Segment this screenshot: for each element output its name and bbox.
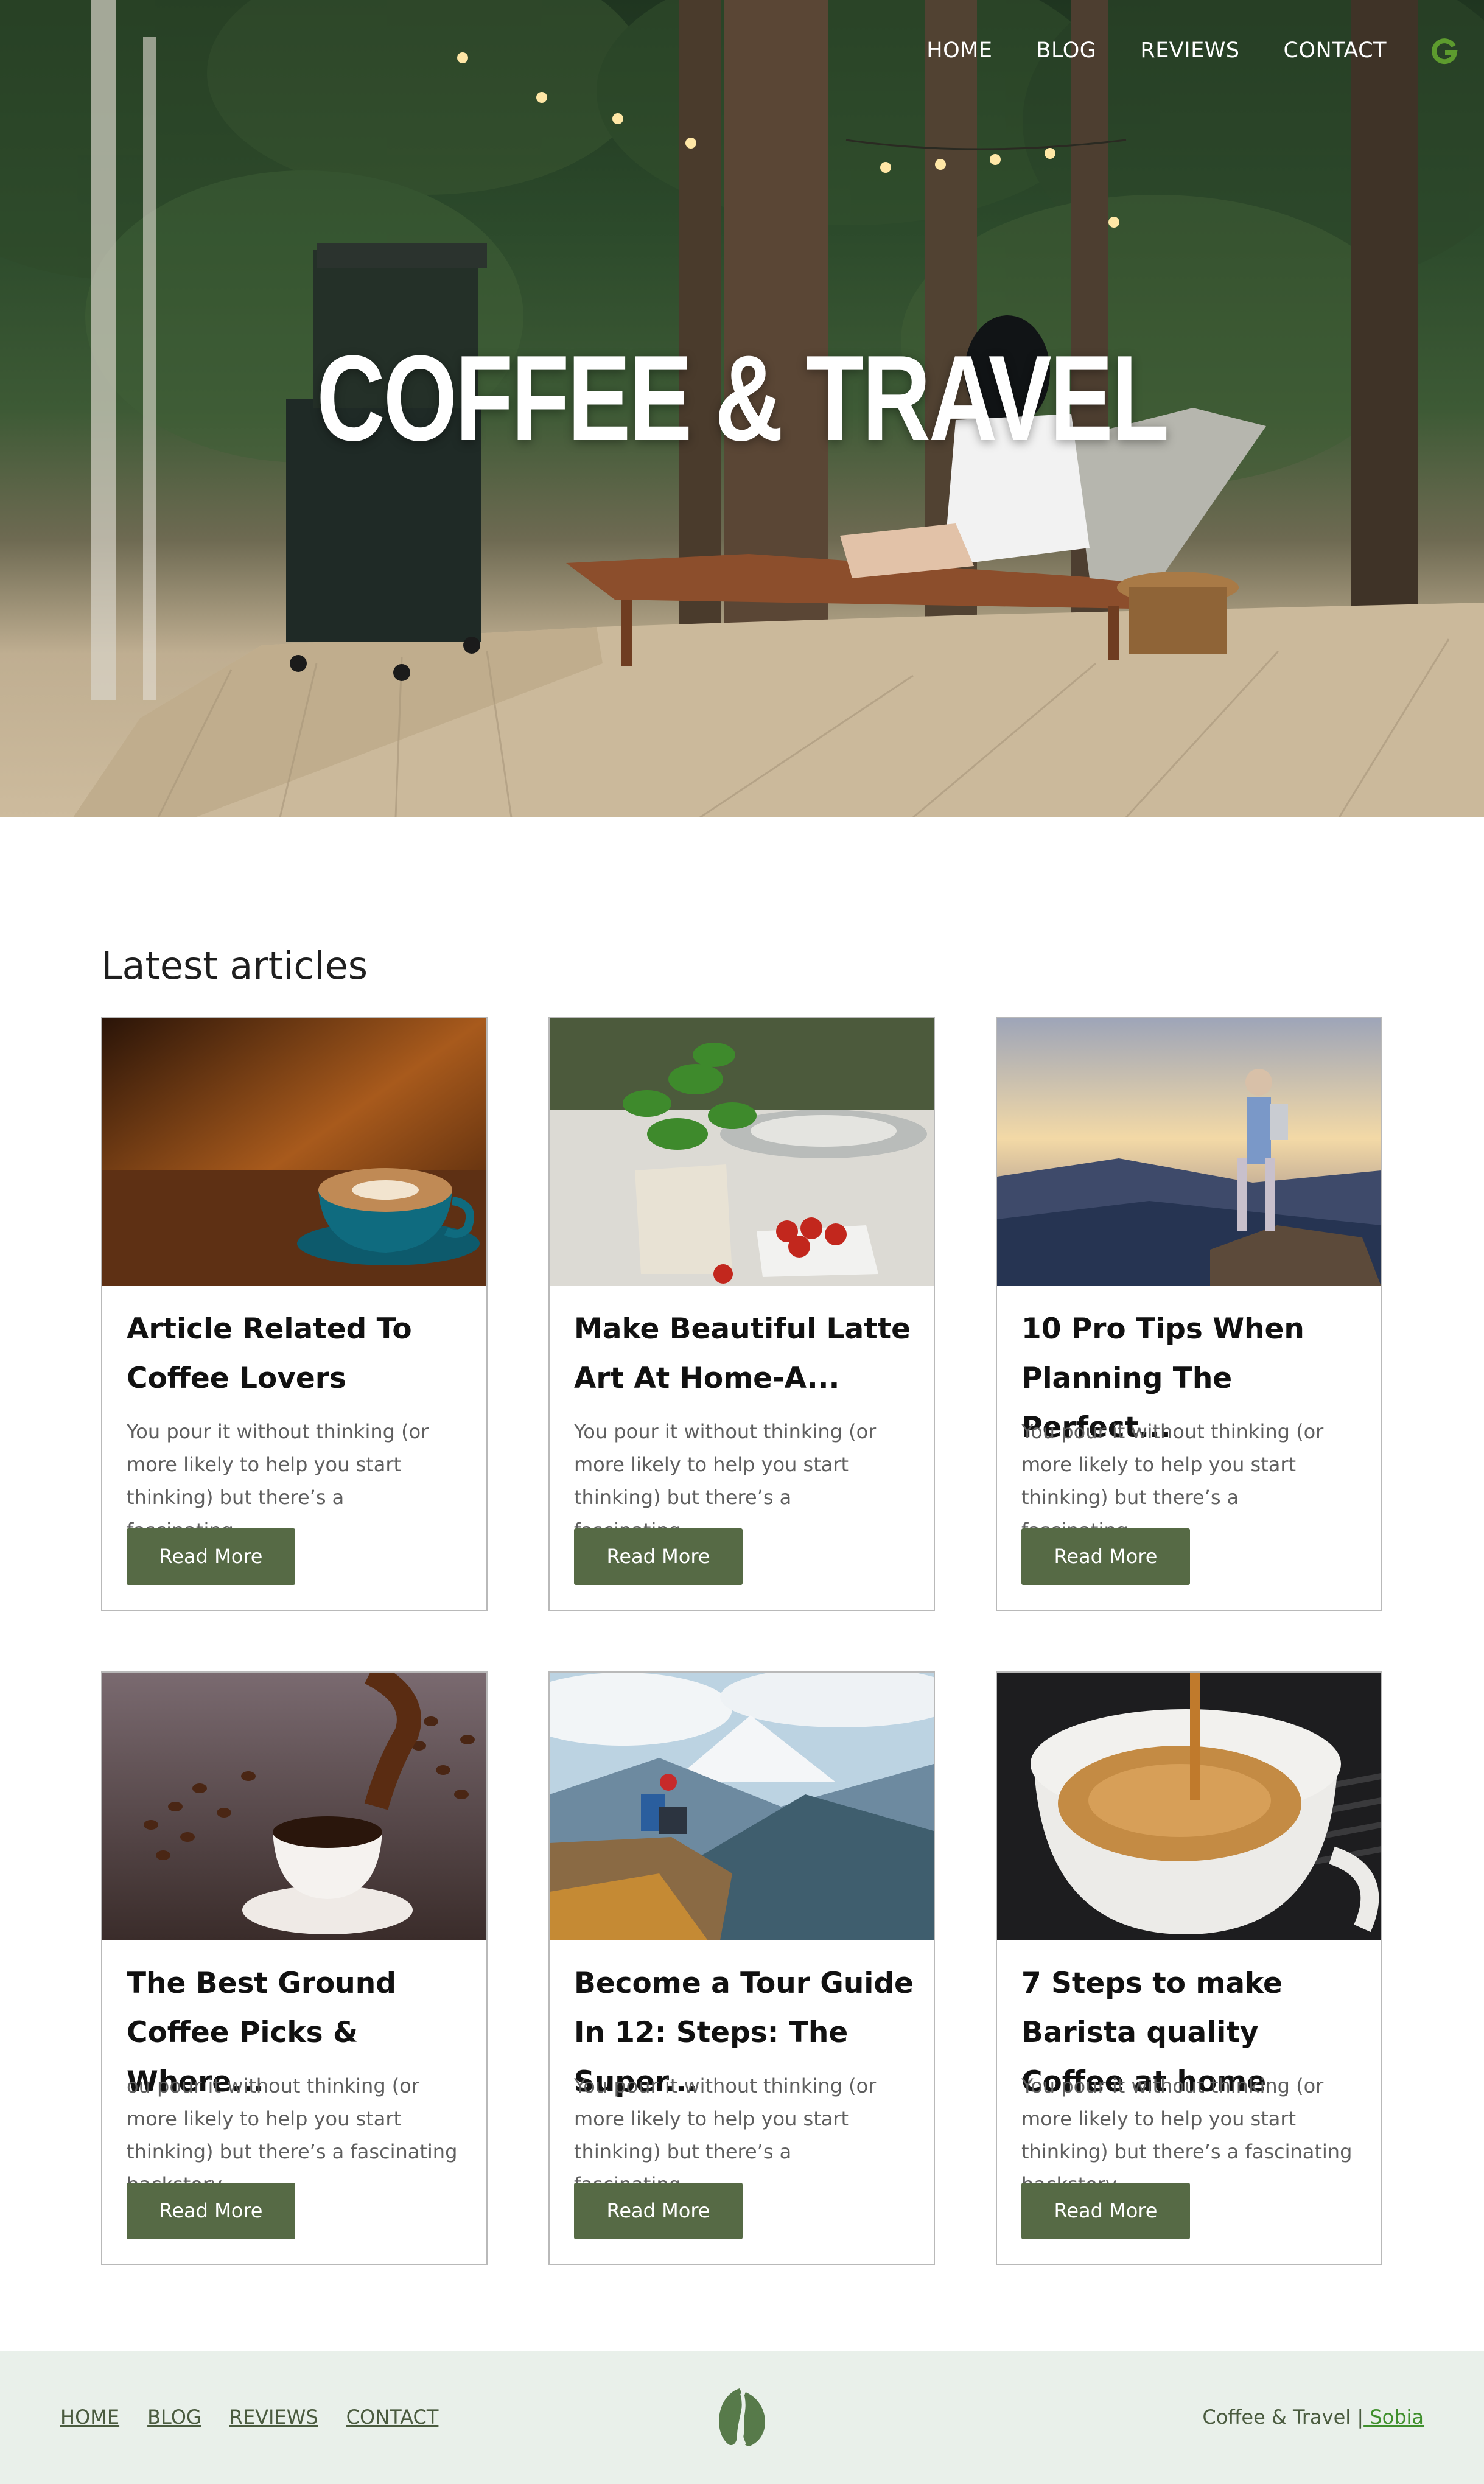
read-more-button[interactable]: Read More	[574, 1528, 743, 1585]
article-thumbnail-espresso-pour[interactable]	[997, 1673, 1381, 1940]
read-more-button[interactable]: Read More	[1021, 2183, 1190, 2239]
footer-credit-text: Coffee & Travel |	[1202, 2405, 1364, 2429]
article-excerpt: ou pour it without thinking (or more lik…	[127, 2074, 458, 2196]
nav-home-link[interactable]: HOME	[926, 38, 992, 63]
article-thumbnail-basil-table[interactable]	[550, 1018, 934, 1286]
article-card: The Best Ground Coffee Picks & Where... …	[101, 1671, 488, 2265]
article-thumbnail-hiker-sunset[interactable]	[997, 1018, 1381, 1286]
read-more-button[interactable]: Read More	[1021, 1528, 1190, 1585]
article-excerpt: You pour it without thinking (or more li…	[127, 1420, 429, 1542]
article-excerpt: You pour it without thinking (or more li…	[574, 1420, 877, 1542]
read-more-button[interactable]: Read More	[127, 1528, 295, 1585]
hero-banner: HOME BLOG REVIEWS CONTACT COFFEE & TRAVE…	[0, 0, 1484, 817]
main-nav: HOME BLOG REVIEWS CONTACT	[926, 35, 1484, 66]
article-title[interactable]: Make Beautiful Latte Art At Home-A...	[574, 1304, 915, 1403]
article-card: Make Beautiful Latte Art At Home-A... Yo…	[548, 1017, 935, 1611]
footer-author-link[interactable]: Sobia	[1363, 2405, 1424, 2429]
article-excerpt: You pour it without thinking (or more li…	[1021, 1420, 1324, 1542]
article-excerpt: You pour it without thinking (or more li…	[574, 2074, 877, 2196]
article-thumbnail-mountain-valley[interactable]	[550, 1673, 934, 1940]
article-card: Article Related To Coffee Lovers You pou…	[101, 1017, 488, 1611]
hero-title: COFFEE & TRAVEL	[317, 331, 1169, 466]
read-more-button[interactable]: Read More	[574, 2183, 743, 2239]
article-card: 7 Steps to make Barista quality Coffee a…	[996, 1671, 1382, 2265]
coffee-bean-leaf-icon[interactable]	[710, 2384, 774, 2451]
nav-blog-link[interactable]: BLOG	[1036, 38, 1096, 63]
footer-blog-link[interactable]: BLOG	[147, 2405, 201, 2429]
g-logo-icon[interactable]	[1430, 37, 1458, 65]
footer-credit: Coffee & Travel | Sobia	[1202, 2405, 1424, 2429]
footer-reviews-link[interactable]: REVIEWS	[229, 2405, 318, 2429]
article-thumbnail-latte[interactable]	[102, 1018, 486, 1286]
article-excerpt: You pour it without thinking (or more li…	[1021, 2074, 1353, 2196]
latest-articles-heading: Latest articles	[101, 943, 368, 988]
footer-home-link[interactable]: HOME	[60, 2405, 119, 2429]
nav-reviews-link[interactable]: REVIEWS	[1140, 38, 1239, 63]
footer-nav: HOME BLOG REVIEWS CONTACT	[60, 2405, 466, 2429]
article-title[interactable]: Article Related To Coffee Lovers	[127, 1304, 467, 1403]
nav-contact-link[interactable]: CONTACT	[1284, 38, 1387, 63]
site-footer: HOME BLOG REVIEWS CONTACT Coffee & Trave…	[0, 2351, 1484, 2484]
read-more-button[interactable]: Read More	[127, 2183, 295, 2239]
article-thumbnail-coffee-beans[interactable]	[102, 1673, 486, 1940]
article-card: Become a Tour Guide In 12: Steps: The Su…	[548, 1671, 935, 2265]
article-card: 10 Pro Tips When Planning The Perfect...…	[996, 1017, 1382, 1611]
footer-contact-link[interactable]: CONTACT	[346, 2405, 439, 2429]
